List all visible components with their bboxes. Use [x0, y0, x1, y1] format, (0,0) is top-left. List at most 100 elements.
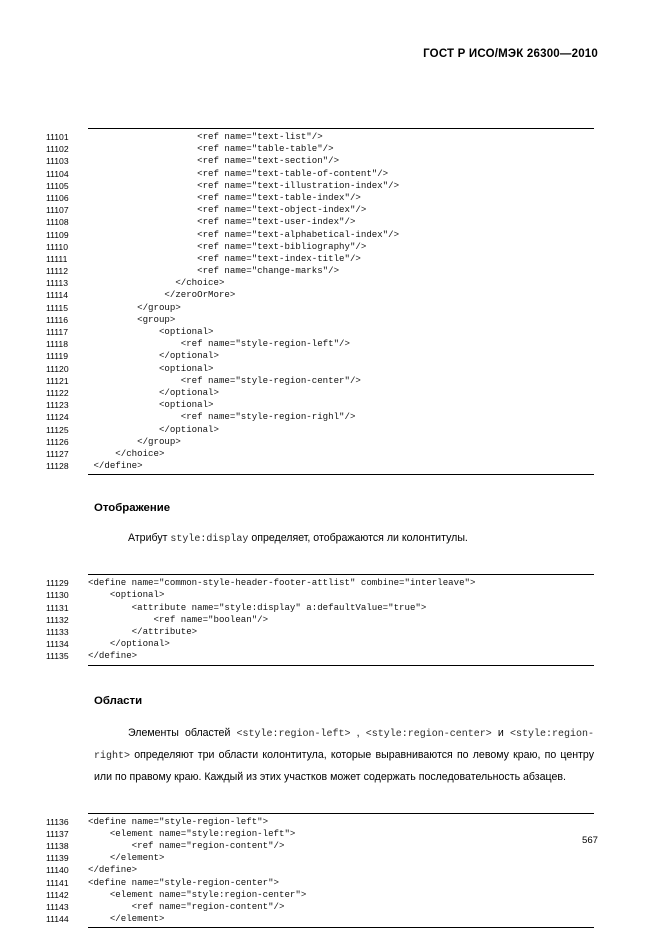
- code-line-number: 11108: [46, 217, 69, 228]
- code-line-number: 11103: [46, 156, 69, 167]
- listing-3-rows: 11136 <define name="style-region-left"> 11…: [0, 814, 661, 928]
- code-line: 11107 <ref name="text-object-index"/>: [0, 204, 661, 216]
- code-line-number: 11119: [46, 351, 68, 362]
- code-line-number: 11117: [46, 327, 68, 337]
- paragraph-display: Атрибут style:display определяет, отобра…: [94, 528, 594, 550]
- code-line-text: <group>: [88, 313, 176, 325]
- code-listing-2: 11129 <define name="common-style-header-f…: [0, 574, 661, 666]
- paragraph-regions-inline-code-left: <style:region-left>: [236, 728, 351, 740]
- code-line-number: 11126: [46, 436, 69, 447]
- code-line-number: 11139: [46, 853, 69, 864]
- code-line: 11121 <ref name="style-region-center"/>: [0, 375, 661, 387]
- code-line: 11118 <ref name="style-region-left"/>: [0, 338, 661, 350]
- code-line-text: </define>: [88, 650, 138, 662]
- code-line: 11110 <ref name="text-bibliography"/>: [0, 241, 661, 253]
- code-line: 11125 </optional>: [0, 424, 661, 436]
- code-line: 11131 <attribute name="style:display" a:…: [0, 602, 661, 614]
- page-number: 567: [581, 835, 598, 846]
- code-line-text: <element name="style:region-center">: [88, 888, 307, 900]
- code-line: 11132 <ref name="boolean"/>: [0, 614, 661, 626]
- code-line-text: </optional>: [88, 386, 219, 398]
- code-line: 11128 </define>: [0, 460, 661, 472]
- code-line-number: 11109: [46, 229, 69, 240]
- code-line-number: 11112: [46, 266, 68, 277]
- code-line: 11101 <ref name="text-list"/>: [0, 131, 661, 143]
- code-line-text: <ref name="text-list"/>: [88, 131, 323, 142]
- code-line-text: </element>: [88, 913, 165, 925]
- code-line-number: 11125: [46, 424, 69, 435]
- code-line-number: 11114: [46, 290, 68, 301]
- code-line: 11140 </define>: [0, 864, 661, 876]
- code-line-text: <ref name="text-illustration-index"/>: [88, 179, 400, 191]
- listing-bottom-rule: [88, 474, 594, 476]
- code-line: 11108 <ref name="text-user-index"/>: [0, 216, 661, 228]
- paragraph-regions-text-mid: ,: [350, 726, 366, 739]
- page-content: 11101 <ref name="text-list"/> 11102 <ref …: [0, 128, 661, 929]
- code-line-text: <ref name="text-table-of-content"/>: [88, 167, 389, 179]
- code-line-number: 11106: [46, 192, 69, 203]
- code-line-number: 11127: [46, 448, 69, 459]
- code-line-text: <optional>: [88, 589, 165, 601]
- code-line-text: <element name="style:region-left">: [88, 827, 296, 839]
- paragraph-regions-text-after: определяют три области колонтитула, кото…: [94, 748, 594, 783]
- code-line-number: 11134: [46, 639, 69, 650]
- code-line-text: <ref name="text-object-index"/>: [88, 204, 367, 216]
- code-line-number: 11113: [46, 278, 68, 289]
- code-line-text: <ref name="region-content"/>: [88, 839, 285, 851]
- code-line-text: <ref name="table-table"/>: [88, 143, 334, 155]
- listing-2-rows: 11129 <define name="common-style-header-f…: [0, 575, 661, 664]
- code-line-text: </optional>: [88, 423, 219, 435]
- code-line-text: <ref name="style-region-center"/>: [88, 374, 361, 386]
- code-line: 11126 </group>: [0, 436, 661, 448]
- code-line: 11127 </choice>: [0, 448, 661, 460]
- code-line-text: <ref name="text-user-index"/>: [88, 216, 356, 228]
- code-line: 11115 </group>: [0, 302, 661, 314]
- code-line-text: <ref name="change-marks"/>: [88, 265, 340, 277]
- code-line: 11123 <optional>: [0, 399, 661, 411]
- code-line-number: 11138: [46, 840, 69, 851]
- code-line-number: 11120: [46, 363, 69, 374]
- paragraph-regions-inline-code-center: <style:region-center>: [365, 728, 492, 740]
- code-line-text: </zeroOrMore>: [88, 289, 236, 301]
- paragraph-display-text-before: Атрибут: [128, 532, 171, 545]
- code-line-number: 11133: [46, 627, 69, 637]
- code-line-text: <attribute name="style:display" a:defaul…: [88, 601, 427, 613]
- section-heading-display: Отображение: [94, 502, 171, 515]
- document-header-standard-ref: ГОСТ Р ИСО/МЭК 26300—2010: [423, 48, 598, 60]
- code-line: 11116 <group>: [0, 314, 661, 326]
- code-line: 11139 </element>: [0, 852, 661, 864]
- paragraph-display-text-after: определяет, отображаются ли колонтитулы.: [248, 532, 468, 545]
- code-line-number: 11123: [46, 400, 69, 411]
- code-line: 11122 </optional>: [0, 387, 661, 399]
- code-listing-1: 11101 <ref name="text-list"/> 11102 <ref …: [0, 128, 661, 476]
- code-line: 11105 <ref name="text-illustration-index…: [0, 180, 661, 192]
- code-line-text: </optional>: [88, 638, 170, 650]
- code-line: 11104 <ref name="text-table-of-content"/…: [0, 168, 661, 180]
- code-line-number: 11110: [46, 241, 68, 252]
- code-line: 11102 <ref name="table-table"/>: [0, 143, 661, 155]
- code-line: 11120 <optional>: [0, 363, 661, 375]
- code-line: 11135 </define>: [0, 650, 661, 662]
- code-line-number: 11124: [46, 412, 69, 423]
- code-line-number: 11142: [46, 889, 69, 900]
- section-heading-regions: Области: [94, 694, 143, 707]
- code-line-text: <ref name="text-alphabetical-index"/>: [88, 228, 400, 240]
- code-line: 11113 </choice>: [0, 277, 661, 289]
- code-line: 11103 <ref name="text-section"/>: [0, 155, 661, 167]
- code-line-number: 11129: [46, 578, 69, 589]
- listing-bottom-rule: [88, 664, 594, 666]
- code-line: 11111 <ref name="text-index-title"/>: [0, 253, 661, 265]
- code-line-number: 11131: [46, 602, 69, 613]
- code-line: 11133 </attribute>: [0, 626, 661, 638]
- paragraph-regions-text-before: Элементы областей: [128, 726, 237, 739]
- paragraph-regions-text-conjunction: и: [491, 726, 504, 739]
- code-line-text: <define name="style-region-center">: [88, 876, 279, 888]
- code-line-text: </define>: [88, 460, 143, 472]
- code-line-text: <ref name="text-section"/>: [88, 155, 340, 167]
- code-line: 11134 </optional>: [0, 638, 661, 650]
- code-line-number: 11132: [46, 614, 69, 625]
- code-line: 11130 <optional>: [0, 589, 661, 601]
- code-line-text: </element>: [88, 852, 165, 864]
- code-line: 11124 <ref name="style-region-righl"/>: [0, 411, 661, 423]
- code-line-text: <ref name="text-table-index"/>: [88, 191, 361, 203]
